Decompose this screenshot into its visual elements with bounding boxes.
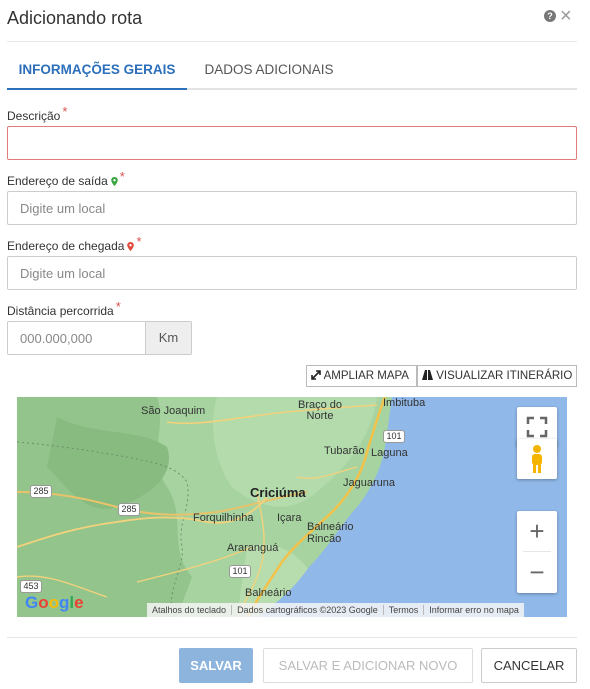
- endereco-chegada-label: Endereço de chegada *: [7, 234, 142, 253]
- map-place-label: Balneário Rincão: [307, 521, 354, 545]
- zoom-out-button[interactable]: −: [517, 552, 557, 592]
- map-place-label: Laguna: [371, 447, 408, 459]
- footer-divider: [7, 637, 577, 638]
- red-pin-icon: [127, 242, 135, 251]
- descricao-input[interactable]: [7, 126, 577, 160]
- highway-shield: 285: [30, 485, 52, 498]
- map-place-label: Forquilhinha: [193, 512, 254, 524]
- highway-shield: 101: [383, 430, 405, 443]
- map-place-label: Jaguaruna: [343, 477, 395, 489]
- header-divider: [7, 41, 577, 42]
- map-place-label: Araranguá: [227, 542, 279, 554]
- google-logo[interactable]: Google: [25, 593, 84, 613]
- street-view-pegman[interactable]: [517, 439, 557, 479]
- road-icon: [422, 370, 433, 380]
- keyboard-shortcuts-link[interactable]: Atalhos do teclado: [147, 605, 231, 615]
- visualizar-itinerario-button[interactable]: VISUALIZAR ITINERÁRIO: [417, 365, 577, 387]
- tab-bar: INFORMAÇÕES GERAIS DADOS ADICIONAIS: [7, 52, 577, 90]
- save-button[interactable]: SALVAR: [179, 648, 253, 683]
- tab-dados-adicionais[interactable]: DADOS ADICIONAIS: [191, 52, 347, 90]
- route-map[interactable]: São Joaquim Braço do Norte Imbituba Tuba…: [17, 397, 567, 617]
- save-and-add-new-button[interactable]: SALVAR E ADICIONAR NOVO: [263, 648, 473, 683]
- zoom-in-button[interactable]: +: [517, 511, 557, 551]
- endereco-saida-label: Endereço de saída *: [7, 169, 125, 188]
- pegman-icon: [532, 445, 542, 473]
- map-data-credit: Dados cartográficos ©2023 Google: [231, 605, 383, 615]
- map-place-label: São Joaquim: [141, 405, 206, 417]
- required-mark: *: [62, 104, 68, 119]
- dialog-header: Adicionando rota ? ×: [0, 0, 590, 40]
- distancia-input[interactable]: [7, 321, 145, 355]
- map-place-label: Içara: [277, 512, 302, 524]
- map-place-label: Braço do Norte: [297, 399, 343, 422]
- descricao-label: Descrição *: [7, 104, 68, 123]
- close-icon[interactable]: ×: [560, 6, 572, 26]
- required-mark: *: [119, 169, 125, 184]
- highway-shield: 101: [229, 565, 251, 578]
- ampliar-mapa-button[interactable]: AMPLIAR MAPA: [306, 365, 417, 387]
- map-terrain: [17, 397, 567, 617]
- map-place-label: Criciúma: [250, 485, 306, 500]
- zoom-control: + −: [517, 511, 557, 593]
- required-mark: *: [115, 299, 121, 314]
- help-icon[interactable]: ?: [544, 10, 556, 22]
- tab-informacoes-gerais[interactable]: INFORMAÇÕES GERAIS: [7, 52, 187, 90]
- terms-link[interactable]: Termos: [382, 605, 424, 615]
- required-mark: *: [136, 234, 142, 249]
- unit-addon: Km: [145, 321, 192, 355]
- distancia-label: Distância percorrida *: [7, 299, 121, 318]
- cancel-button[interactable]: CANCELAR: [481, 648, 577, 683]
- endereco-chegada-input[interactable]: [7, 256, 577, 290]
- green-pin-icon: [110, 177, 118, 186]
- endereco-saida-input[interactable]: [7, 191, 577, 225]
- map-attribution: Atalhos do teclado Dados cartográficos ©2…: [147, 603, 524, 617]
- expand-icon: [311, 370, 321, 380]
- map-place-label: Tubarão: [324, 445, 365, 457]
- map-place-label: Imbituba: [383, 397, 426, 409]
- highway-shield: 285: [118, 503, 140, 516]
- map-place-label: Balneário: [245, 587, 292, 599]
- dialog-title: Adicionando rota: [7, 8, 143, 28]
- highway-shield: 453: [20, 580, 42, 593]
- report-error-link[interactable]: Informar erro no mapa: [423, 605, 524, 615]
